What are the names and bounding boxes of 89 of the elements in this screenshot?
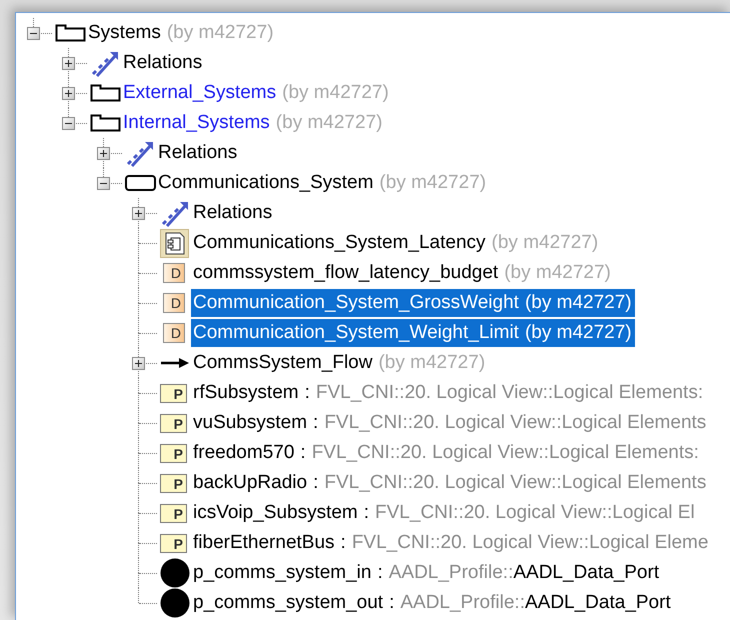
tree-item[interactable]: p_comms_system_out : AADL_Profile::AADL_Data_Port bbox=[191, 589, 674, 617]
type-path: FVL_CNI::20. Logical View::Logical Elements: bbox=[312, 442, 699, 464]
item-name: Communications_System bbox=[158, 172, 374, 194]
item-name: fiberEthernetBus bbox=[193, 532, 335, 554]
tree-item[interactable]: Communication_System_Weight_Limit (by m42727) bbox=[191, 319, 635, 347]
owner-label: (by m42727) bbox=[379, 172, 486, 194]
separator-text: : bbox=[389, 592, 394, 614]
part-type-icon: P bbox=[160, 414, 187, 432]
tree-item[interactable]: Systems (by m42727) bbox=[86, 19, 277, 47]
part-type-icon: P bbox=[160, 504, 187, 522]
data-type-icon: D bbox=[163, 263, 185, 283]
item-name: vuSubsystem bbox=[193, 412, 308, 434]
tree-item[interactable]: backUpRadio : FVL_CNI::20. Logical View::Logical Elements bbox=[191, 469, 710, 497]
tree-item[interactable]: Internal_Systems (by m42727) bbox=[121, 109, 386, 137]
type-path: FVL_CNI::20. Logical View::Logical Elements bbox=[324, 412, 706, 434]
expand-toggle[interactable] bbox=[27, 27, 40, 40]
item-name: External_Systems bbox=[123, 82, 276, 104]
item-name: backUpRadio bbox=[193, 472, 308, 494]
type-name: AADL_Data_Port bbox=[513, 562, 660, 584]
type-path: FVL_CNI::20. Logical View::Logical Elements bbox=[324, 472, 706, 494]
owner-label: (by m42727) bbox=[492, 232, 598, 254]
item-name: Communications_System_Latency bbox=[193, 232, 486, 254]
part-type-icon: P bbox=[160, 474, 187, 492]
tree-item[interactable]: fiberEthernetBus : FVL_CNI::20. Logical View::Logical Eleme bbox=[191, 529, 712, 557]
separator-text: : bbox=[300, 442, 306, 464]
owner-label: (by m42727) bbox=[504, 262, 611, 284]
expand-toggle[interactable] bbox=[132, 357, 145, 370]
expand-toggle[interactable] bbox=[62, 57, 75, 70]
tree-item[interactable]: icsVoip_Subsystem : FVL_CNI::20. Logical View::Logical El bbox=[191, 499, 698, 527]
expand-toggle[interactable] bbox=[97, 147, 110, 160]
expand-toggle[interactable] bbox=[62, 87, 75, 100]
item-name: CommsSystem_Flow bbox=[193, 352, 372, 374]
block-icon bbox=[125, 175, 156, 191]
folder-icon bbox=[90, 114, 121, 132]
separator-text: : bbox=[377, 562, 383, 584]
tree-item[interactable]: Communication_System_GrossWeight (by m42727) bbox=[191, 289, 635, 317]
tree-item[interactable]: vuSubsystem : FVL_CNI::20. Logical View::Logical Elements bbox=[191, 409, 710, 437]
separator-text: : bbox=[313, 412, 318, 434]
dashed-arrow-icon bbox=[90, 49, 120, 77]
data-type-icon: D bbox=[163, 323, 185, 343]
type-path: FVL_CNI::20. Logical View::Logical Eleme bbox=[352, 532, 708, 554]
part-type-icon: P bbox=[160, 384, 187, 402]
expand-toggle[interactable] bbox=[132, 207, 145, 220]
item-name: Communication_System_Weight_Limit bbox=[193, 322, 519, 344]
tree-item[interactable]: commssystem_flow_latency_budget (by m42727) bbox=[191, 259, 614, 287]
data-type-icon: D bbox=[163, 293, 185, 313]
folder-icon bbox=[55, 24, 86, 42]
expand-toggle[interactable] bbox=[62, 117, 75, 130]
part-type-icon: P bbox=[160, 444, 187, 462]
filled-circle-icon bbox=[160, 558, 190, 588]
component-icon bbox=[160, 228, 189, 258]
item-name: rfSubsystem bbox=[193, 382, 299, 404]
type-path: AADL_Profile:: bbox=[388, 562, 514, 584]
item-name: freedom570 bbox=[193, 442, 294, 464]
tree-item[interactable]: p_comms_system_in : AADL_Profile::AADL_Data_Port bbox=[191, 559, 662, 587]
type-name: AADL_Data_Port bbox=[524, 592, 671, 614]
filled-circle-icon bbox=[160, 588, 190, 618]
separator-text: : bbox=[340, 532, 346, 554]
tree-item[interactable]: Communications_System (by m42727) bbox=[156, 169, 490, 197]
tree-item[interactable]: rfSubsystem : FVL_CNI::20. Logical View::Logical Elements: bbox=[191, 379, 706, 407]
item-name: p_comms_system_out bbox=[193, 592, 384, 614]
item-name: Internal_Systems bbox=[123, 112, 270, 134]
owner-label: (by m42727) bbox=[524, 322, 632, 344]
separator-text: : bbox=[364, 502, 370, 524]
owner-label: (by m42727) bbox=[166, 22, 274, 44]
item-name: p_comms_system_in bbox=[193, 562, 372, 584]
type-path: FVL_CNI::20. Logical View::Logical Elements: bbox=[316, 382, 704, 404]
type-path: FVL_CNI::20. Logical View::Logical El bbox=[375, 502, 695, 524]
tree-item[interactable]: CommsSystem_Flow (by m42727) bbox=[191, 349, 488, 377]
expand-toggle[interactable] bbox=[97, 177, 110, 190]
tree-item[interactable]: freedom570 : FVL_CNI::20. Logical View::Logical Elements: bbox=[191, 439, 702, 467]
item-name: Systems bbox=[88, 22, 161, 44]
dashed-arrow-icon bbox=[125, 139, 155, 167]
item-name: icsVoip_Subsystem bbox=[193, 502, 358, 524]
owner-label: (by m42727) bbox=[276, 112, 382, 134]
item-name: commssystem_flow_latency_budget bbox=[193, 262, 498, 284]
owner-label: (by m42727) bbox=[282, 82, 389, 104]
part-type-icon: P bbox=[160, 534, 187, 552]
arrow-icon bbox=[160, 357, 190, 369]
folder-icon bbox=[90, 84, 121, 102]
separator-text: : bbox=[313, 472, 318, 494]
owner-label: (by m42727) bbox=[378, 352, 486, 374]
tree-item[interactable]: Communications_System_Latency (by m42727) bbox=[191, 229, 602, 257]
item-name: Communication_System_GrossWeight bbox=[193, 292, 519, 314]
tree-item[interactable]: External_Systems (by m42727) bbox=[121, 79, 392, 107]
separator-text: : bbox=[304, 382, 310, 404]
dashed-arrow-icon bbox=[160, 199, 190, 227]
type-path: AADL_Profile:: bbox=[400, 592, 525, 614]
owner-label: (by m42727) bbox=[524, 292, 632, 314]
